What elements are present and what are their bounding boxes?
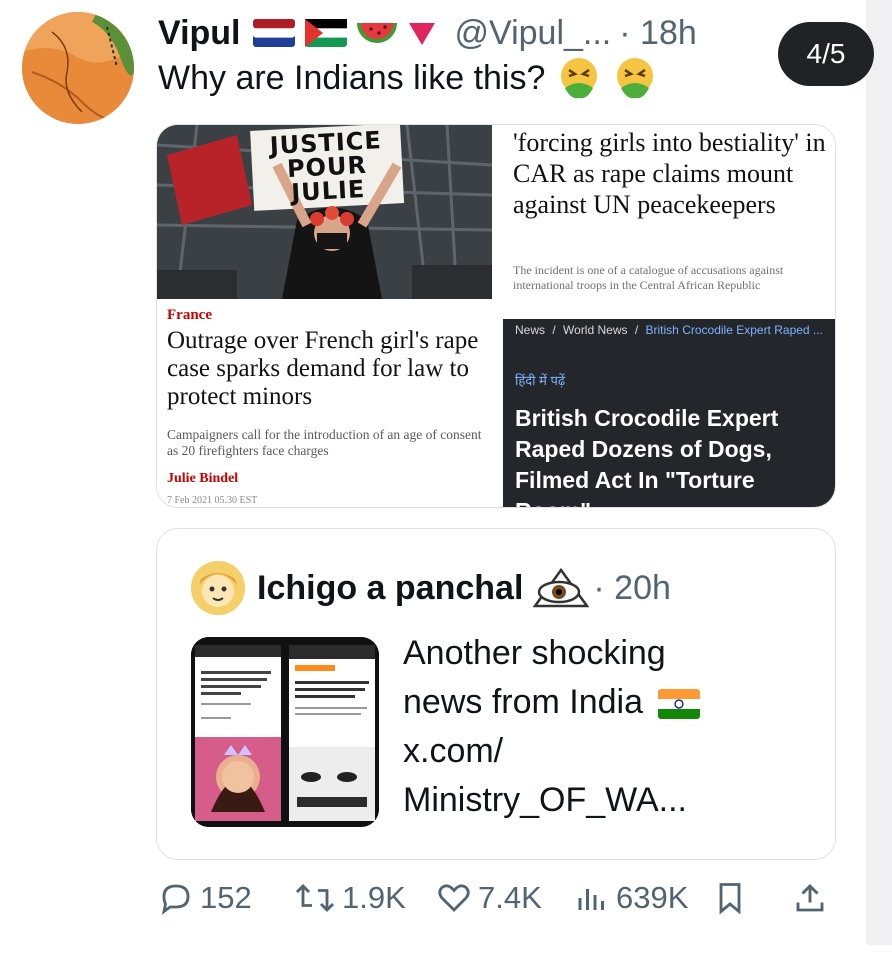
- like-count: 7.4K: [478, 880, 542, 915]
- article-headline-dark: British Crocodile Expert Raped Dozens of…: [515, 405, 779, 507]
- article-standfirst-left: Campaigners call for the introduction of…: [167, 427, 482, 458]
- read-in-hindi-link: हिंदी में पढ़ें: [515, 373, 566, 388]
- map-avatar-image: [22, 12, 134, 124]
- quote-author-name[interactable]: Ichigo a panchal: [257, 569, 523, 608]
- quote-text: Another shocking news from India x.com/ …: [403, 629, 823, 825]
- quote-link[interactable]: x.com/: [403, 727, 823, 776]
- view-count: 639K: [616, 880, 689, 915]
- vomiting-face-icon: [617, 58, 654, 99]
- share-button[interactable]: [792, 880, 834, 916]
- article-left: France Outrage over French girl's rape c…: [157, 299, 497, 507]
- reply-button[interactable]: 152: [158, 880, 252, 916]
- netherlands-flag-icon: [252, 19, 295, 47]
- like-icon: [438, 884, 470, 913]
- quote-header: Ichigo a panchal · 20h: [257, 563, 671, 613]
- breadcrumb: News / World News / British Crocodile Ex…: [515, 323, 823, 337]
- vomiting-face-icon: [561, 58, 598, 99]
- quote-text-line-with-flag: news from India: [403, 678, 823, 727]
- tweet-text-row: Why are Indians like this?: [158, 56, 657, 100]
- quoted-tweet-card[interactable]: Ichigo a panchal · 20h Another shocking …: [156, 528, 836, 860]
- media-counter-badge: 4/5: [778, 22, 874, 86]
- article-byline: Julie Bindel: [167, 471, 239, 486]
- tweet-header: Vipul @Vipul_... · 18h: [158, 8, 697, 58]
- quote-author-avatar[interactable]: [191, 561, 245, 615]
- palestine-flag-icon: [304, 19, 347, 47]
- repost-button[interactable]: 1.9K: [294, 880, 406, 916]
- bookmark-icon: [719, 883, 741, 915]
- quote-link-continued[interactable]: Ministry_OF_WA...: [403, 776, 823, 825]
- author-name[interactable]: Vipul: [158, 14, 241, 53]
- article-right-top: 'forcing girls into bestiality' in CAR a…: [503, 125, 835, 319]
- watermelon-icon: [356, 22, 397, 43]
- eye-in-triangle-icon: [533, 568, 590, 608]
- breadcrumb-world-news: World News: [563, 323, 628, 337]
- scrollbar-track[interactable]: [866, 0, 892, 945]
- tweet-media-image[interactable]: JUSTICE POUR JULIE France Outrage over F…: [156, 124, 836, 508]
- article-standfirst-right: The incident is one of a catalogue of ac…: [513, 263, 784, 292]
- quote-text-line: Another shocking: [403, 634, 666, 672]
- reply-icon: [161, 884, 190, 915]
- author-handle[interactable]: @Vipul_...: [455, 14, 612, 53]
- tweet-timestamp[interactable]: · 18h: [619, 14, 697, 53]
- article-headline-right: 'forcing girls into bestiality' in CAR a…: [513, 128, 826, 219]
- bookmark-button[interactable]: [712, 880, 754, 916]
- quote-media-thumbnail[interactable]: [191, 637, 379, 827]
- article-dark-panel: News / World News / British Crocodile Ex…: [503, 319, 835, 507]
- india-flag-icon: [658, 689, 701, 720]
- reply-count: 152: [200, 880, 252, 915]
- article-date: 7 Feb 2021 05.30 EST: [167, 495, 258, 506]
- cartoon-avatar-image: [191, 561, 245, 615]
- breadcrumb-article: British Crocodile Expert Raped ...: [645, 323, 823, 337]
- tweet-text: Why are Indians like this?: [158, 58, 546, 97]
- red-triangle-icon: [408, 23, 435, 45]
- article-section-label: France: [167, 307, 212, 323]
- tweet-action-bar: 152 1.9K 7.4K 639K: [158, 880, 838, 932]
- author-avatar[interactable]: [22, 12, 134, 124]
- protest-photo: JUSTICE POUR JULIE: [157, 125, 492, 299]
- breadcrumb-news: News: [515, 323, 546, 337]
- repost-count: 1.9K: [342, 880, 406, 915]
- protest-sign-text: JUSTICE POUR JULIE: [269, 126, 383, 207]
- quote-timestamp[interactable]: · 20h: [593, 569, 671, 608]
- views-icon: [578, 889, 604, 910]
- repost-icon: [295, 883, 335, 913]
- share-icon: [796, 883, 824, 912]
- views-button[interactable]: 639K: [574, 880, 688, 916]
- article-headline-left: Outrage over French girl's rape case spa…: [167, 327, 479, 410]
- like-button[interactable]: 7.4K: [436, 880, 542, 916]
